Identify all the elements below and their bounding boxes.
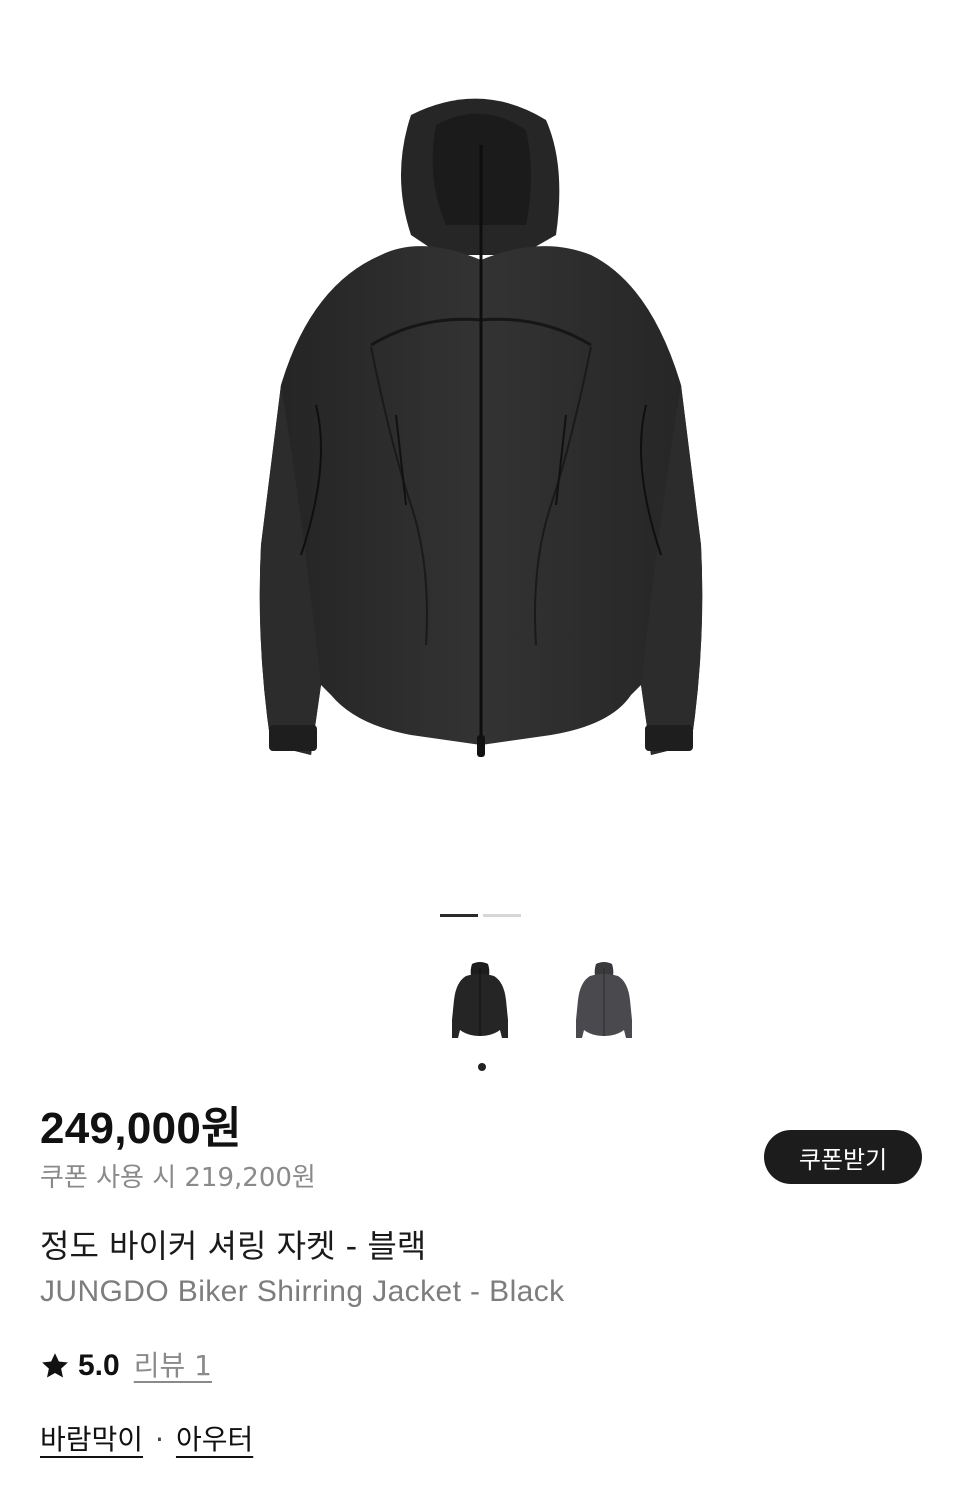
product-main-image[interactable] xyxy=(0,0,962,890)
reviews-link[interactable]: 리뷰 1 xyxy=(134,1348,212,1384)
image-pager xyxy=(440,914,521,917)
category-windbreaker-link[interactable]: 바람막이 xyxy=(40,1422,143,1458)
product-info: 249,000원 쿠폰 사용 시 219,200원 쿠폰받기 정도 바이커 셔링… xyxy=(40,1100,922,1458)
charcoal-jacket-thumbnail[interactable] xyxy=(562,960,646,1044)
product-name-english: JUNGDO Biker Shirring Jacket - Black xyxy=(40,1275,565,1308)
category-breadcrumb: 바람막이 · 아우터 xyxy=(40,1422,922,1458)
black-jacket-icon xyxy=(452,962,508,1038)
black-jacket-thumbnail[interactable] xyxy=(438,960,522,1044)
color-options xyxy=(438,960,646,1044)
star-icon xyxy=(42,1353,68,1378)
get-coupon-button[interactable]: 쿠폰받기 xyxy=(764,1130,922,1184)
category-separator: · xyxy=(155,1423,164,1456)
pager-segment-1[interactable] xyxy=(440,914,478,917)
category-outer-link[interactable]: 아우터 xyxy=(176,1422,253,1458)
jacket-image xyxy=(259,98,703,757)
rating-score: 5.0 xyxy=(78,1349,120,1382)
product-rating: 5.0 리뷰 1 xyxy=(40,1348,922,1384)
pager-segment-2[interactable] xyxy=(483,914,521,917)
selected-swatch-indicator xyxy=(478,1063,486,1071)
product-name-korean: 정도 바이커 셔링 자켓 - 블랙 xyxy=(40,1227,427,1265)
charcoal-jacket-icon xyxy=(576,962,632,1038)
